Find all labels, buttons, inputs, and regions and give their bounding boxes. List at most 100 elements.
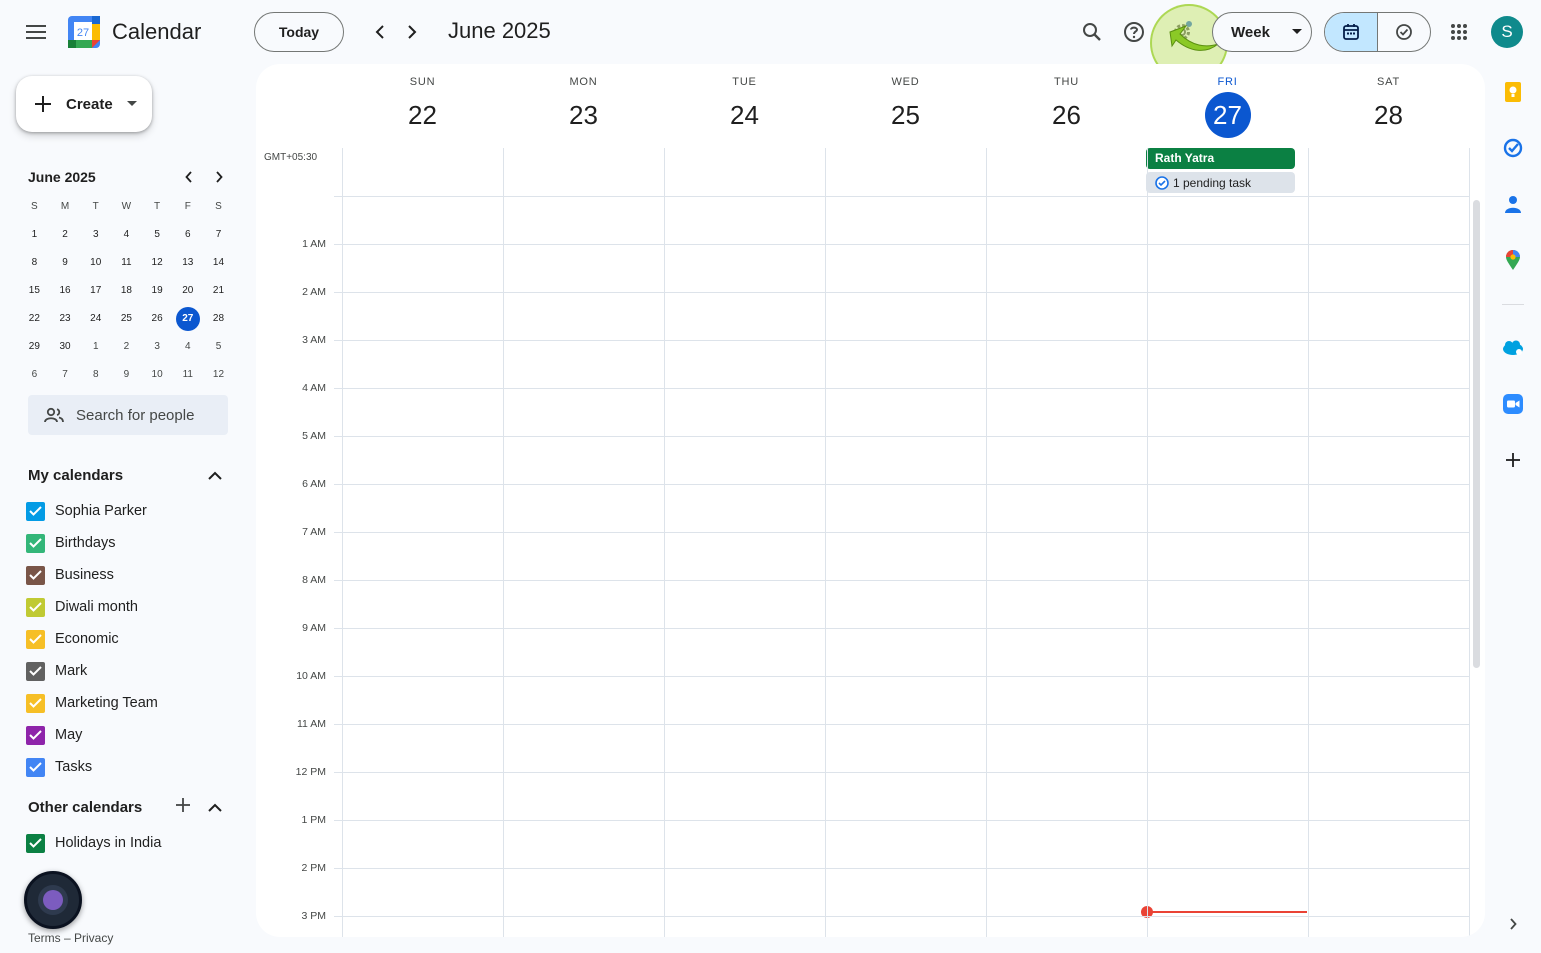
previous-week-button[interactable] (368, 20, 392, 44)
mini-calendar-day[interactable]: 30 (50, 335, 81, 359)
mini-calendar-day[interactable]: 11 (172, 363, 203, 387)
mini-calendar-next-button[interactable] (210, 168, 228, 186)
maps-button[interactable] (1500, 247, 1526, 273)
mini-calendar-day[interactable]: 6 (172, 223, 203, 247)
mini-calendar-day[interactable]: 22 (19, 307, 50, 331)
day-header[interactable]: THU 26 (986, 64, 1147, 138)
tasks-button[interactable] (1500, 135, 1526, 161)
my-calendars-collapse-button[interactable] (208, 467, 226, 483)
mini-calendar-day[interactable]: 24 (80, 307, 111, 331)
calendar-checkbox[interactable] (26, 629, 45, 649)
mini-calendar-day[interactable]: 2 (50, 223, 81, 247)
day-header[interactable]: SUN 22 (342, 64, 503, 138)
next-week-button[interactable] (400, 20, 424, 44)
day-header[interactable]: TUE 24 (664, 64, 825, 138)
mini-calendar-day[interactable]: 18 (111, 279, 142, 303)
mini-calendar-day[interactable]: 28 (203, 307, 234, 331)
day-number[interactable]: 25 (883, 92, 929, 138)
mini-calendar-day[interactable]: 23 (50, 307, 81, 331)
mini-calendar-day[interactable]: 1 (80, 335, 111, 359)
day-header[interactable]: SAT 28 (1308, 64, 1469, 138)
settings-button[interactable] (1166, 16, 1198, 48)
mini-calendar-day[interactable]: 12 (142, 251, 173, 275)
mini-calendar-prev-button[interactable] (180, 168, 198, 186)
mini-calendar-day[interactable]: 10 (142, 363, 173, 387)
contacts-button[interactable] (1500, 191, 1526, 217)
calendar-checkbox[interactable] (26, 661, 45, 681)
mini-calendar-day[interactable]: 4 (111, 223, 142, 247)
calendar-checkbox[interactable] (26, 501, 45, 521)
keep-button[interactable] (1500, 79, 1526, 105)
mini-calendar-day[interactable]: 8 (19, 251, 50, 275)
day-header[interactable]: WED 25 (825, 64, 986, 138)
mini-calendar-day[interactable]: 19 (142, 279, 173, 303)
mini-calendar-day[interactable]: 5 (203, 335, 234, 359)
calendar-item[interactable]: Holidays in India (26, 832, 161, 854)
expand-side-panel-button[interactable] (1500, 911, 1526, 937)
calendar-item[interactable]: Sophia Parker (26, 500, 147, 522)
calendar-checkbox[interactable] (26, 693, 45, 713)
calendar-item[interactable]: Economic (26, 628, 119, 650)
account-avatar[interactable]: S (1491, 16, 1523, 48)
calendar-view-button[interactable] (1325, 13, 1378, 51)
mini-calendar-day[interactable]: 16 (50, 279, 81, 303)
day-number[interactable]: 26 (1044, 92, 1090, 138)
grid-scrollbar[interactable] (1473, 200, 1480, 668)
view-selector-dropdown[interactable]: Week (1212, 12, 1312, 52)
mini-calendar-day[interactable]: 4 (172, 335, 203, 359)
calendar-checkbox[interactable] (26, 565, 45, 585)
calendar-checkbox[interactable] (26, 833, 45, 853)
pending-task-chip[interactable]: 1 pending task (1146, 172, 1295, 193)
calendar-item[interactable]: May (26, 724, 82, 746)
mini-calendar-day[interactable]: 1 (19, 223, 50, 247)
mini-calendar-day[interactable]: 3 (142, 335, 173, 359)
mini-calendar-day[interactable]: 26 (142, 307, 173, 331)
day-number[interactable]: 23 (561, 92, 607, 138)
other-calendars-collapse-button[interactable] (208, 799, 226, 815)
mini-calendar-day[interactable]: 9 (50, 251, 81, 275)
salesforce-button[interactable] (1500, 335, 1526, 361)
calendar-item[interactable]: Marketing Team (26, 692, 158, 714)
calendar-checkbox[interactable] (26, 757, 45, 777)
my-calendars-title[interactable]: My calendars (28, 467, 123, 484)
mini-calendar-day[interactable]: 6 (19, 363, 50, 387)
mini-calendar-day[interactable]: 9 (111, 363, 142, 387)
mini-calendar-day[interactable]: 15 (19, 279, 50, 303)
calendar-item[interactable]: Diwali month (26, 596, 138, 618)
get-addons-button[interactable] (1500, 447, 1526, 473)
day-header[interactable]: MON 23 (503, 64, 664, 138)
google-apps-button[interactable] (1443, 16, 1475, 48)
mini-calendar-day[interactable]: 29 (19, 335, 50, 359)
all-day-event-chip[interactable]: Rath Yatra (1146, 148, 1295, 169)
mini-calendar-day[interactable]: 21 (203, 279, 234, 303)
calendar-checkbox[interactable] (26, 725, 45, 745)
other-calendars-title[interactable]: Other calendars (28, 799, 142, 816)
mini-calendar-day[interactable]: 20 (172, 279, 203, 303)
mini-calendar-day[interactable]: 7 (203, 223, 234, 247)
mini-calendar-day[interactable]: 13 (172, 251, 203, 275)
mini-calendar-day[interactable]: 11 (111, 251, 142, 275)
mini-calendar-day[interactable]: 14 (203, 251, 234, 275)
mini-calendar-day[interactable]: 7 (50, 363, 81, 387)
terms-privacy-links[interactable]: Terms – Privacy (28, 931, 113, 945)
mini-calendar-day[interactable]: 8 (80, 363, 111, 387)
day-number[interactable]: 22 (400, 92, 446, 138)
mini-calendar-day[interactable]: 5 (142, 223, 173, 247)
calendar-checkbox[interactable] (26, 533, 45, 553)
main-menu-button[interactable] (20, 16, 52, 48)
calendar-item[interactable]: Business (26, 564, 114, 586)
mini-calendar-day[interactable]: 12 (203, 363, 234, 387)
mini-calendar-day[interactable]: 25 (111, 307, 142, 331)
day-header[interactable]: FRI 27 (1147, 64, 1308, 138)
calendar-item[interactable]: Birthdays (26, 532, 115, 554)
day-number[interactable]: 28 (1366, 92, 1412, 138)
mini-calendar-day[interactable]: 17 (80, 279, 111, 303)
search-button[interactable] (1076, 16, 1108, 48)
mini-calendar-day[interactable]: 27 (172, 307, 203, 331)
day-number[interactable]: 27 (1204, 92, 1251, 138)
zoom-button[interactable] (1500, 391, 1526, 417)
search-people-input[interactable]: Search for people (28, 395, 228, 435)
calendar-item[interactable]: Tasks (26, 756, 92, 778)
tasks-view-button[interactable] (1378, 13, 1431, 51)
add-other-calendar-button[interactable] (175, 797, 193, 815)
